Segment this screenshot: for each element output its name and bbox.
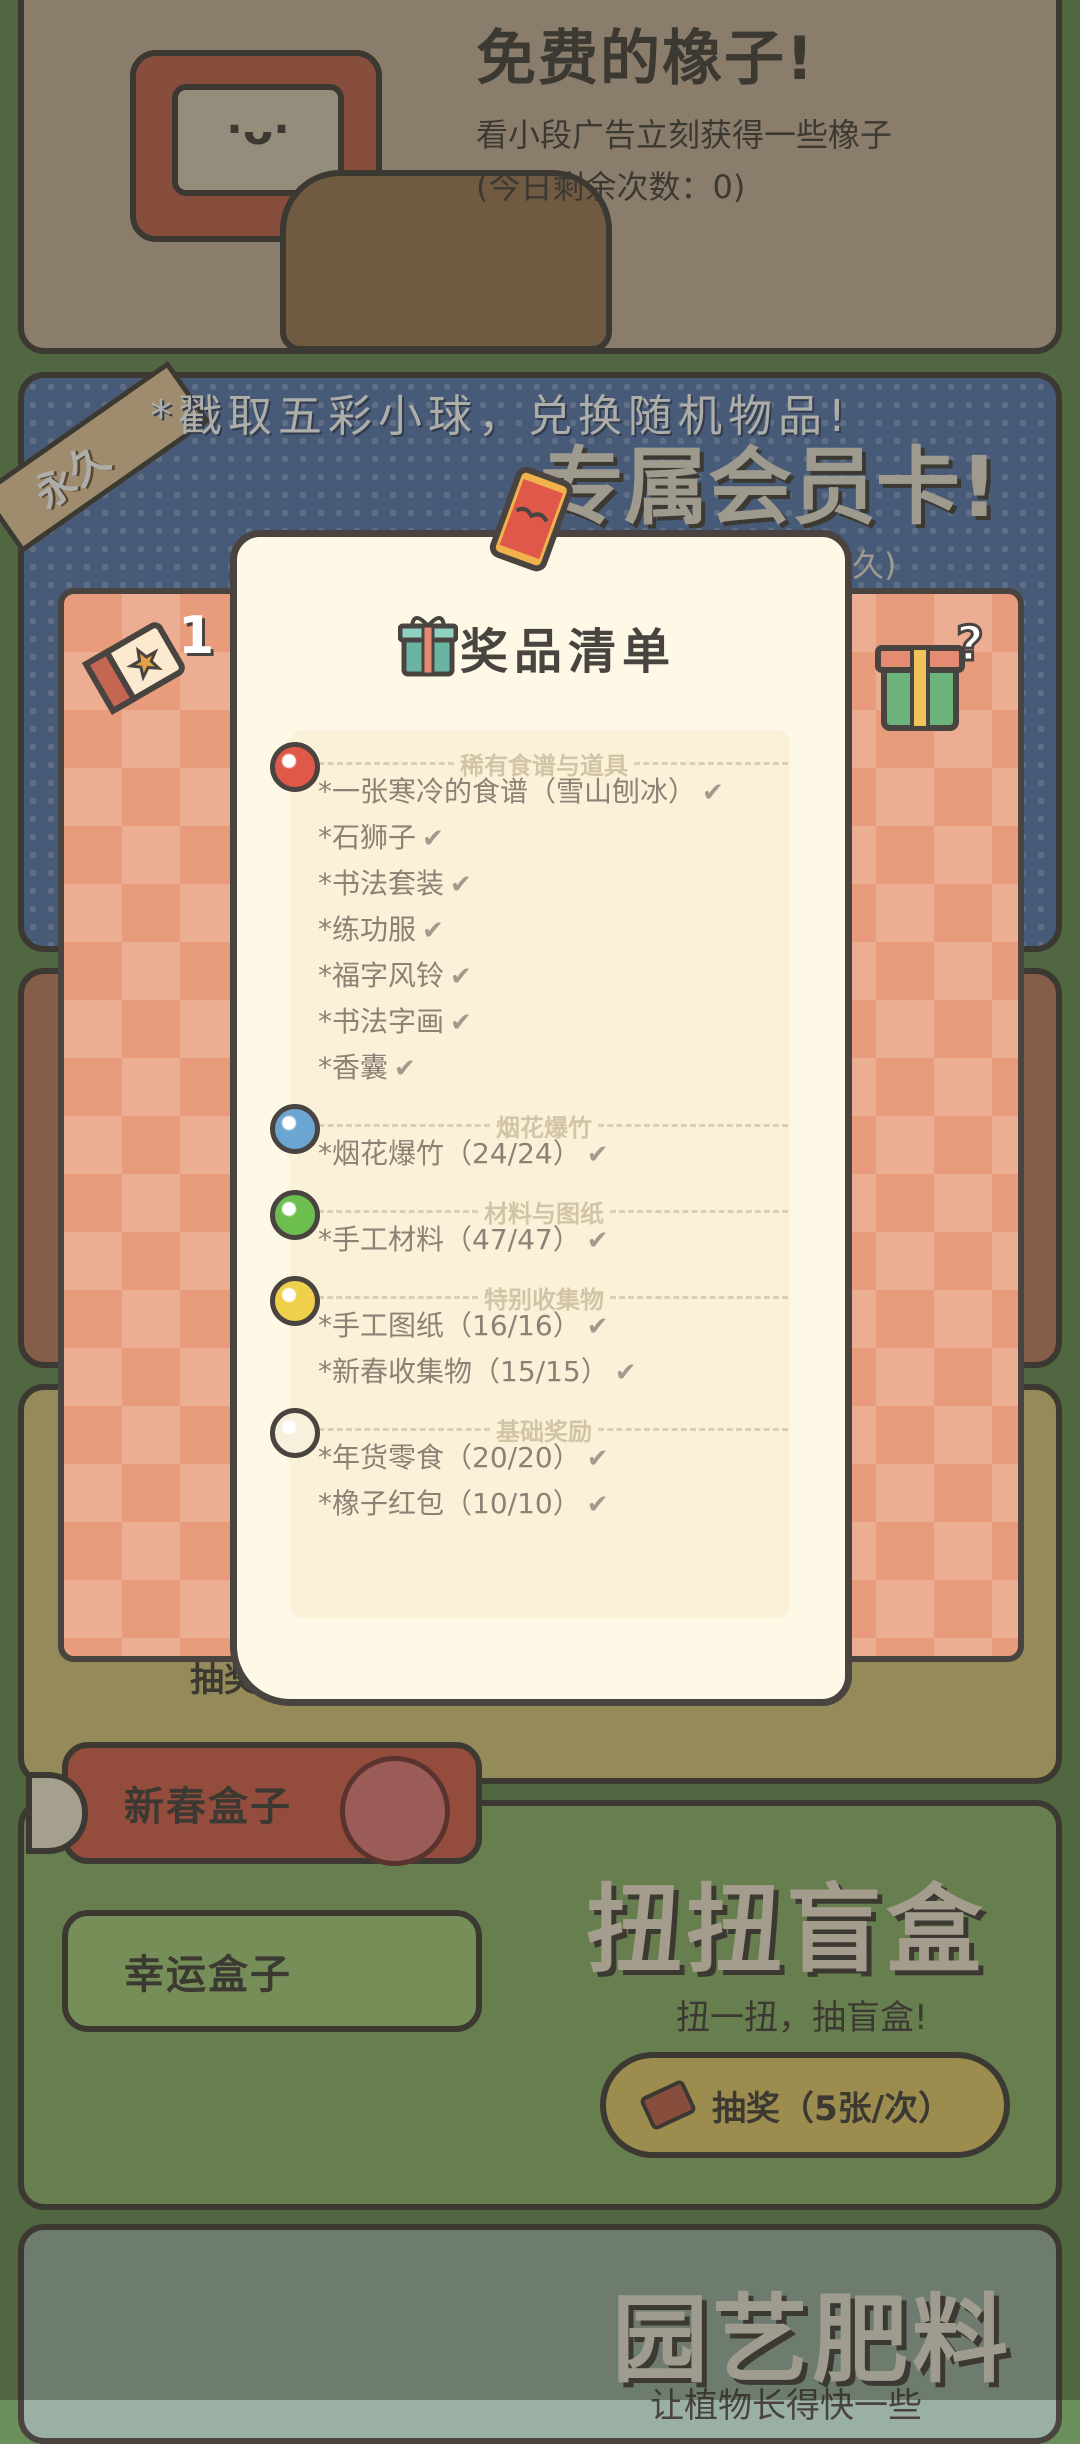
prize-item-label: *书法字画 (318, 1005, 445, 1038)
check-icon: ✔ (586, 1140, 609, 1170)
prize-item-label: *练功服 (318, 913, 417, 946)
prize-item: *石狮子 ✔ (318, 816, 444, 856)
check-icon: ✔ (450, 962, 472, 992)
prize-item: *手工图纸（16/16） ✔ (318, 1304, 609, 1344)
prize-item-label: *香囊 (318, 1051, 389, 1084)
prize-item-label: *新春收集物（15/15） (318, 1355, 609, 1388)
prize-item: *香囊 ✔ (318, 1046, 416, 1086)
check-icon: ✔ (586, 1444, 609, 1474)
prize-item: *橡子红包（10/10） ✔ (318, 1482, 609, 1522)
check-icon: ✔ (422, 824, 444, 854)
check-icon: ✔ (586, 1312, 609, 1342)
check-icon: ✔ (450, 1008, 472, 1038)
prize-item-label: *年货零食（20/20） (318, 1441, 581, 1474)
prize-item-label: *福字风铃 (318, 959, 445, 992)
prize-ball-icon (270, 1190, 320, 1240)
prize-item: *年货零食（20/20） ✔ (318, 1436, 609, 1476)
prize-ball-icon (270, 742, 320, 792)
svg-text:?: ? (956, 616, 984, 672)
prize-item: *练功服 ✔ (318, 908, 444, 948)
check-icon: ✔ (422, 916, 444, 946)
check-icon: ✔ (586, 1490, 609, 1520)
gift-icon (398, 616, 458, 677)
ticket-count: 1 (178, 606, 215, 666)
gift-question-icon[interactable]: ? (870, 612, 990, 742)
prize-item-label: *一张寒冷的食谱（雪山刨冰） (318, 775, 697, 808)
prize-item-label: *书法套装 (318, 867, 445, 900)
prize-item: *书法套装 ✔ (318, 862, 472, 902)
prize-item-label: *手工材料（47/47） (318, 1223, 581, 1256)
prize-item-label: *手工图纸（16/16） (318, 1309, 581, 1342)
prize-ball-icon (270, 1104, 320, 1154)
prize-item: *福字风铃 ✔ (318, 954, 472, 994)
charm-icon (489, 466, 573, 572)
check-icon: ✔ (586, 1226, 609, 1256)
ticket-icon (81, 622, 185, 715)
prize-item: *手工材料（47/47） ✔ (318, 1218, 609, 1258)
prize-item: *一张寒冷的食谱（雪山刨冰） ✔ (318, 770, 724, 810)
check-icon: ✔ (702, 778, 724, 808)
check-icon: ✔ (614, 1358, 637, 1388)
prize-item-label: *石狮子 (318, 821, 417, 854)
prize-list-title: 奖品清单 (460, 624, 677, 680)
prize-item-label: *橡子红包（10/10） (318, 1487, 581, 1520)
prize-item: *新春收集物（15/15） ✔ (318, 1350, 637, 1390)
prize-item-label: *烟花爆竹（24/24） (318, 1137, 581, 1170)
prize-item: *书法字画 ✔ (318, 1000, 472, 1040)
check-icon: ✔ (394, 1054, 416, 1084)
prize-ball-icon (270, 1408, 320, 1458)
prize-ball-icon (270, 1276, 320, 1326)
check-icon: ✔ (450, 870, 472, 900)
prize-item: *烟花爆竹（24/24） ✔ (318, 1132, 609, 1172)
